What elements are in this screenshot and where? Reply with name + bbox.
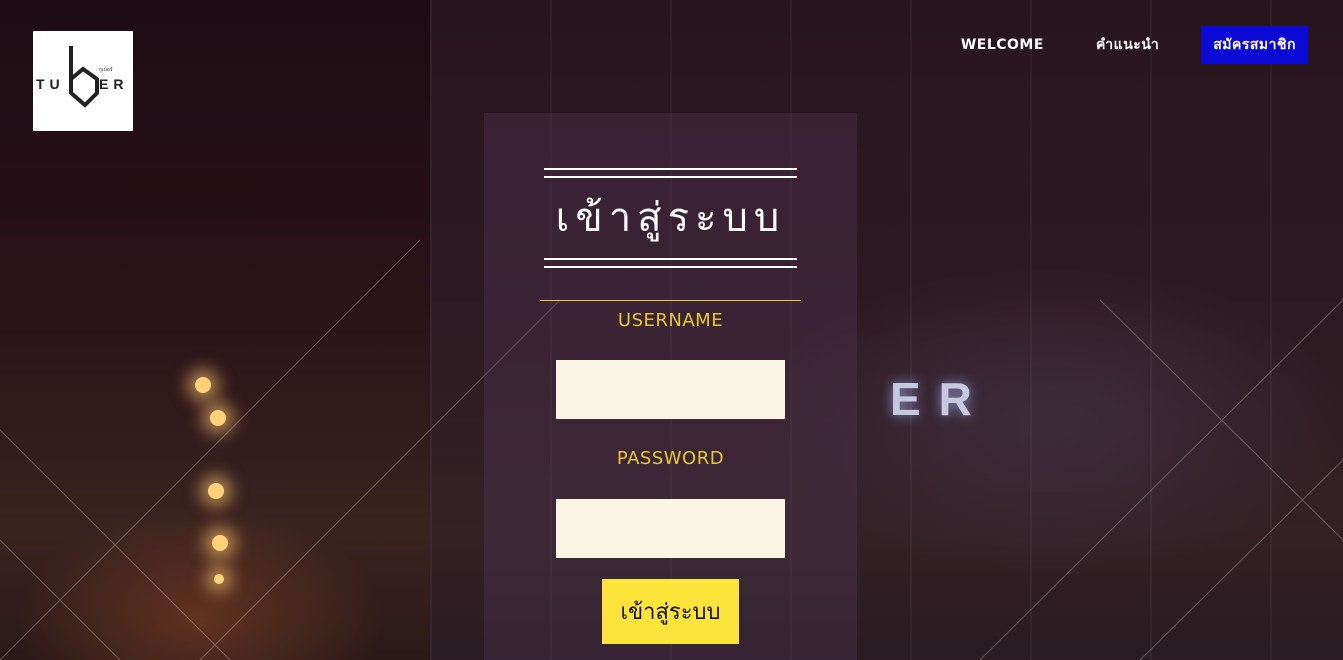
- nav-guide-link[interactable]: คำแนะนำ: [1084, 26, 1171, 64]
- register-button[interactable]: สมัครสมาชิก: [1201, 26, 1308, 64]
- tuber-logo-icon: TU ER กูเบอร์: [36, 46, 128, 108]
- login-title: เข้าสู่ระบบ: [555, 195, 786, 241]
- password-label: PASSWORD: [616, 448, 725, 469]
- logo-left-letters: TU: [36, 76, 65, 92]
- login-title-box: เข้าสู่ระบบ: [544, 168, 797, 268]
- logo-subtext: กูเบอร์: [99, 66, 113, 73]
- title-top-rule: [544, 168, 797, 178]
- nav-welcome-link[interactable]: WELCOME: [949, 29, 1056, 61]
- top-nav: WELCOME คำแนะนำ สมัครสมาชิก: [921, 26, 1308, 64]
- divider: [540, 300, 801, 301]
- logo-right-letters: ER: [99, 76, 128, 92]
- title-bottom-rule: [544, 258, 797, 268]
- tuber-logo[interactable]: TU ER กูเบอร์: [33, 31, 133, 131]
- username-label: USERNAME: [617, 310, 724, 331]
- password-input[interactable]: [556, 499, 785, 558]
- username-input[interactable]: [556, 360, 785, 419]
- login-submit-button[interactable]: เข้าสู่ระบบ: [602, 579, 739, 644]
